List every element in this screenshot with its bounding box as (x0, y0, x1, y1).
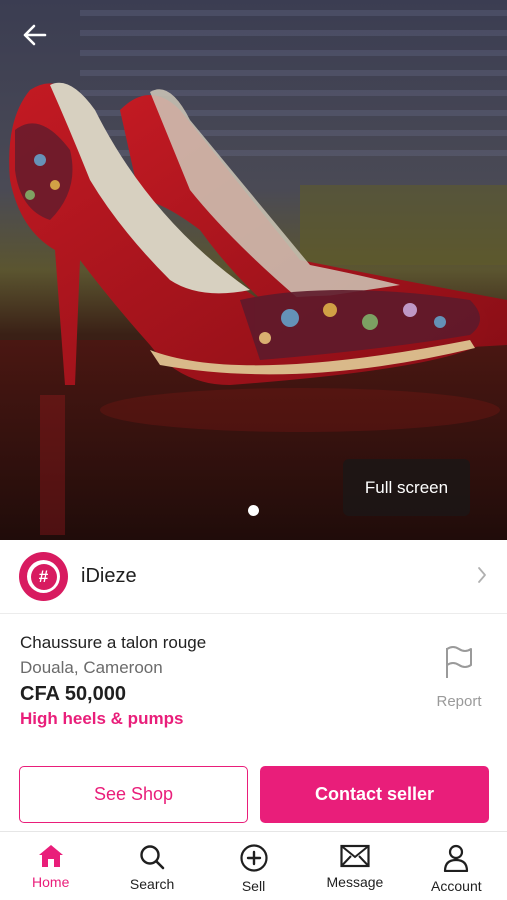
product-photo[interactable]: Full screen (0, 0, 507, 540)
nav-message[interactable]: Message (304, 832, 405, 900)
nav-home-label: Home (32, 874, 70, 890)
report-button[interactable]: Report (428, 645, 490, 710)
full-screen-label: Full screen (364, 477, 449, 497)
nav-search[interactable]: Search (101, 832, 202, 900)
back-arrow-icon (23, 24, 47, 46)
chevron-right-icon (478, 567, 486, 583)
person-icon (444, 844, 469, 872)
see-shop-label: See Shop (93, 784, 174, 804)
plus-circle-icon (239, 844, 268, 872)
seller-avatar: # (19, 552, 68, 601)
nav-account-label: Account (431, 878, 482, 894)
seller-row[interactable]: # iDieze (0, 540, 507, 614)
report-label: Report (436, 693, 482, 710)
bottom-navigation: Home Search Sell Message Account (0, 831, 507, 900)
search-icon (140, 845, 165, 870)
see-shop-button[interactable]: See Shop (19, 766, 248, 823)
home-icon (38, 845, 63, 867)
nav-home[interactable]: Home (0, 832, 101, 900)
nav-account[interactable]: Account (406, 832, 507, 900)
listing-category-link[interactable]: High heels & pumps (20, 708, 420, 730)
contact-seller-button[interactable]: Contact seller (260, 766, 489, 823)
back-button[interactable] (16, 18, 54, 52)
nav-sell[interactable]: Sell (203, 832, 304, 900)
seller-name: iDieze (81, 565, 137, 587)
listing-title: Chaussure a talon rouge (20, 633, 207, 652)
listing-details: Chaussure a talon rouge Douala, Cameroon… (20, 632, 420, 730)
listing-price: CFA 50,000 (20, 683, 126, 705)
flag-icon (446, 646, 472, 678)
pagination-dot-active[interactable] (248, 505, 259, 516)
nav-search-label: Search (129, 876, 175, 892)
nav-message-label: Message (326, 874, 384, 890)
nav-sell-label: Sell (241, 878, 266, 894)
image-pagination (0, 505, 507, 516)
envelope-icon (340, 844, 370, 868)
contact-seller-label: Contact seller (314, 784, 435, 804)
listing-location: Douala, Cameroon (20, 658, 163, 677)
hash-logo-icon: # (30, 563, 57, 590)
